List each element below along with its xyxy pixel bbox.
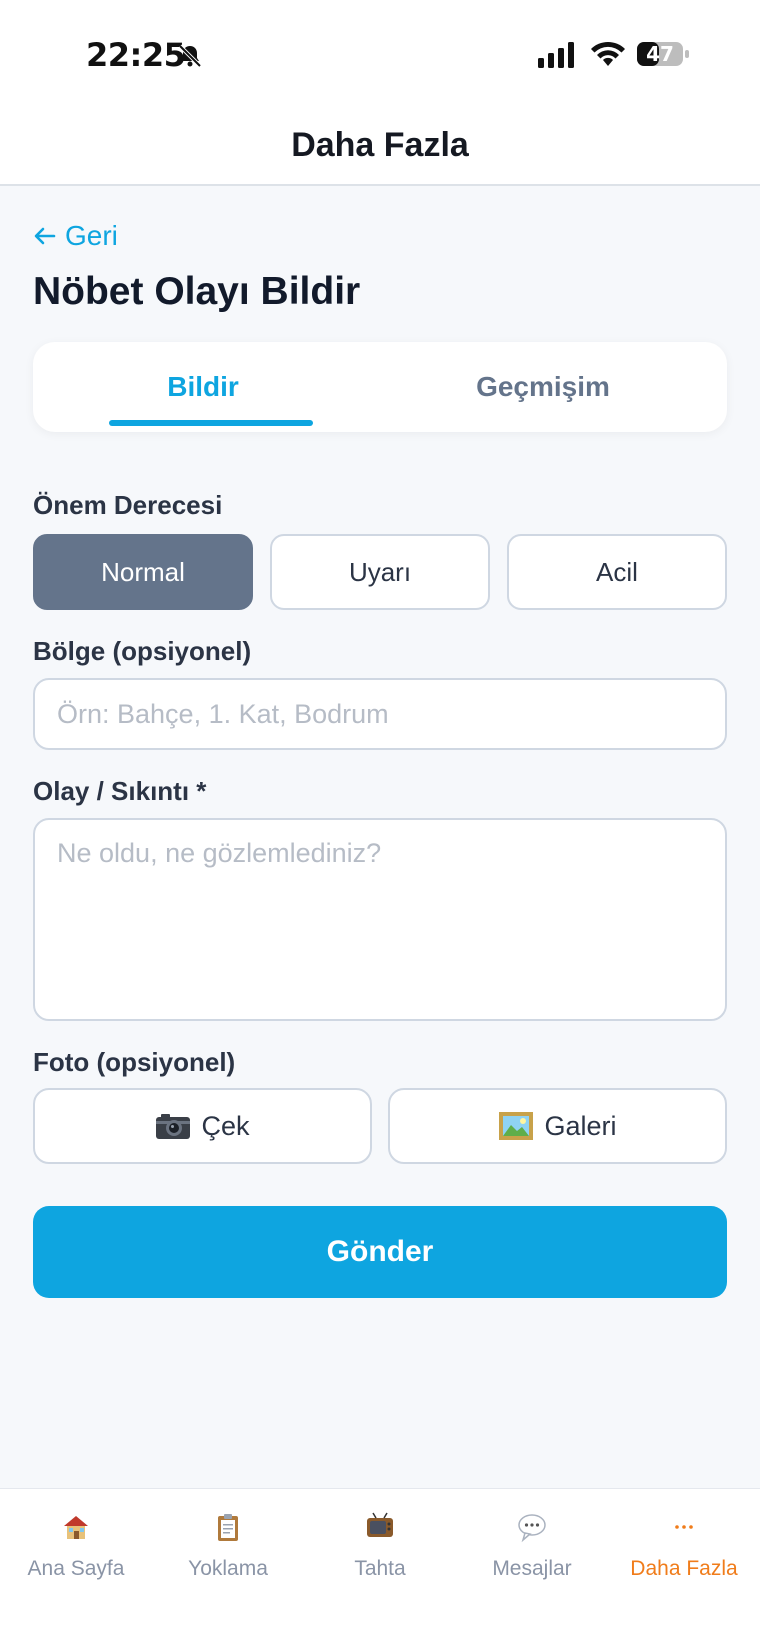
signal-icon bbox=[538, 42, 574, 68]
arrow-left-icon bbox=[34, 227, 56, 245]
submit-button[interactable]: Gönder bbox=[33, 1206, 727, 1298]
tab-bildir[interactable]: Bildir bbox=[33, 342, 373, 432]
camera-button-label: Çek bbox=[201, 1110, 250, 1141]
camera-button[interactable]: Çek bbox=[33, 1088, 372, 1164]
nav-label-ana-sayfa: Ana Sayfa bbox=[27, 1557, 125, 1580]
region-input[interactable]: Örn: Bahçe, 1. Kat, Bodrum bbox=[33, 678, 727, 750]
status-time: 22:25 bbox=[86, 36, 186, 74]
severity-label: Önem Derecesi bbox=[33, 490, 223, 520]
severity-urgent-button[interactable]: Acil bbox=[507, 534, 727, 610]
camera-icon bbox=[156, 1114, 191, 1139]
nav-item-tahta[interactable]: Tahta bbox=[304, 1489, 456, 1609]
clipboard-icon bbox=[218, 1514, 238, 1541]
region-label: Bölge (opsiyonel) bbox=[33, 636, 252, 666]
tv-icon bbox=[367, 1512, 393, 1537]
speech-bubble-icon bbox=[518, 1514, 546, 1543]
bottom-tab-bar: Ana Sayfa Yoklama Tahta Mesajlar Daha Fa… bbox=[0, 1488, 760, 1646]
more-dots-icon bbox=[675, 1525, 693, 1529]
nav-label-yoklama: Yoklama bbox=[188, 1557, 268, 1580]
segmented-tabs: Bildir Geçmişim bbox=[33, 342, 727, 432]
gallery-button[interactable]: Galeri bbox=[388, 1088, 727, 1164]
nav-item-daha-fazla[interactable]: Daha Fazla bbox=[608, 1489, 760, 1609]
gallery-button-label: Galeri bbox=[544, 1110, 617, 1141]
nav-label-tahta: Tahta bbox=[354, 1557, 406, 1580]
active-tab-indicator bbox=[109, 420, 313, 426]
nav-label-mesajlar: Mesajlar bbox=[492, 1557, 572, 1580]
header-title: Daha Fazla bbox=[291, 126, 469, 164]
severity-normal-button[interactable]: Normal bbox=[33, 534, 253, 610]
incident-label: Olay / Sıkıntı * bbox=[33, 776, 207, 806]
tab-gecmisim[interactable]: Geçmişim bbox=[373, 342, 713, 432]
wifi-icon bbox=[591, 41, 625, 66]
severity-warning-button[interactable]: Uyarı bbox=[270, 534, 490, 610]
photo-label: Foto (opsiyonel) bbox=[33, 1047, 236, 1077]
battery-level: 47 bbox=[646, 42, 674, 66]
incident-textarea[interactable]: Ne oldu, ne gözlemlediniz? bbox=[33, 818, 727, 1021]
status-bar: 22:25 47 bbox=[0, 0, 760, 110]
framed-picture-icon bbox=[499, 1112, 534, 1140]
nav-item-yoklama[interactable]: Yoklama bbox=[152, 1489, 304, 1609]
bell-slash-icon bbox=[178, 44, 202, 68]
back-button[interactable]: Geri bbox=[33, 216, 118, 256]
navigation-header: Daha Fazla bbox=[0, 110, 760, 186]
nav-item-ana-sayfa[interactable]: Ana Sayfa bbox=[0, 1489, 152, 1609]
nav-label-daha-fazla: Daha Fazla bbox=[630, 1557, 738, 1580]
page-title: Nöbet Olayı Bildir bbox=[33, 270, 361, 313]
back-label: Geri bbox=[65, 220, 118, 251]
house-icon bbox=[64, 1516, 88, 1539]
nav-item-mesajlar[interactable]: Mesajlar bbox=[456, 1489, 608, 1609]
